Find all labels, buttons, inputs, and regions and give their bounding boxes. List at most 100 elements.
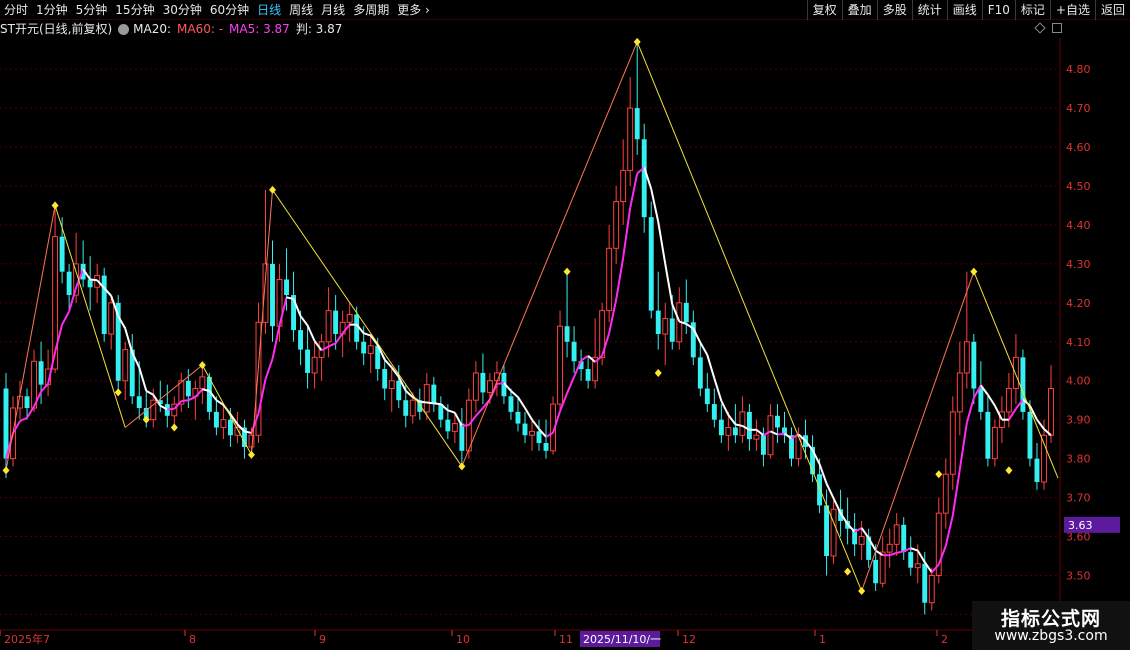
candle-body [459, 423, 465, 451]
period-tab-5[interactable]: 60分钟 [206, 0, 253, 20]
candle-body [451, 423, 458, 432]
candle-body [213, 411, 219, 428]
candle-body [655, 310, 661, 334]
x-tick-label: 1 [819, 633, 826, 646]
candle-body [627, 107, 634, 171]
tool-button-8[interactable]: 返回 [1094, 0, 1130, 20]
candle-body [873, 559, 879, 584]
period-tab-7[interactable]: 周线 [285, 0, 317, 20]
candle-body [220, 419, 227, 428]
tool-button-5[interactable]: F10 [981, 0, 1015, 20]
x-tick-label: 8 [189, 633, 196, 646]
tool-button-0[interactable]: 复权 [806, 0, 842, 20]
candle-body [971, 341, 977, 389]
indicator-legend: ST开元(日线,前复权) MA20: MA60: - MA5: 3.87 判: … [0, 21, 348, 37]
y-tick-label: 4.80 [1066, 63, 1091, 76]
candle-body [830, 508, 837, 557]
candle-body [928, 574, 935, 604]
candle-body [824, 505, 830, 556]
candle-body [956, 372, 963, 413]
candle-body [613, 201, 620, 249]
tool-button-6[interactable]: 标记 [1014, 0, 1050, 20]
period-tab-2[interactable]: 5分钟 [72, 0, 112, 20]
x-tick-label: 9 [319, 633, 326, 646]
candle-body [571, 341, 577, 362]
candle-body [746, 411, 752, 440]
candle-body [24, 396, 30, 408]
tool-button-7[interactable]: +自选 [1049, 0, 1095, 20]
panel-toggle-icon[interactable] [1052, 23, 1062, 33]
candle-body [879, 551, 886, 584]
y-tick-label: 4.00 [1066, 375, 1091, 388]
candle-body [3, 388, 9, 459]
tool-button-1[interactable]: 叠加 [841, 0, 877, 20]
candle-body [949, 411, 956, 475]
candle-body [325, 310, 332, 343]
tool-button-3[interactable]: 统计 [911, 0, 947, 20]
candle-body [101, 275, 107, 334]
candle-body [38, 361, 44, 385]
y-tick-label: 4.30 [1066, 258, 1091, 271]
ma-segment [90, 278, 98, 282]
candle-body [445, 419, 451, 432]
candle-body [522, 423, 528, 436]
settings-icon[interactable] [118, 23, 130, 35]
ma-segment [167, 407, 175, 411]
tool-button-4[interactable]: 画线 [946, 0, 982, 20]
period-tab-0[interactable]: 分时 [0, 0, 32, 20]
ma-segment [777, 432, 785, 436]
candle-body [914, 563, 921, 569]
candle-body [564, 326, 570, 342]
candle-body [641, 139, 647, 218]
kline-chart[interactable]: 4.80 4.70 4.60 4.50 4.40 4.30 4.20 4.10 4.00 3.90… [0, 38, 1120, 650]
candle-body [361, 341, 367, 354]
ma-segment [426, 401, 434, 405]
x-tick-label: 11 [559, 633, 573, 646]
candle-body [585, 369, 591, 381]
candle-body [529, 430, 535, 436]
period-tab-10[interactable]: 更多 › [393, 0, 434, 20]
candle-body [978, 388, 984, 412]
candle-body [185, 380, 191, 397]
period-tab-8[interactable]: 月线 [317, 0, 349, 20]
candle-body [305, 349, 311, 373]
period-tab-3[interactable]: 15分钟 [111, 0, 158, 20]
candle-body [725, 426, 732, 436]
candle-body [382, 369, 388, 389]
candle-body [908, 552, 914, 568]
candle-body [486, 380, 493, 393]
period-tab-4[interactable]: 30分钟 [159, 0, 206, 20]
x-tick-label: 12 [682, 633, 696, 646]
candle-body [298, 330, 304, 350]
ma60-label: MA60: - [177, 22, 224, 36]
y-tick-label: 4.70 [1066, 102, 1091, 115]
date-cursor-label: 2025/11/10/一 [583, 633, 661, 646]
candle-body [515, 411, 521, 424]
candle-body [1048, 388, 1054, 436]
candle-body [775, 415, 780, 428]
window-controls [1034, 22, 1062, 34]
candle-body [1012, 356, 1019, 390]
candle-body [409, 399, 416, 417]
ma-segment [181, 399, 189, 402]
candle-body [1027, 411, 1033, 459]
candle-body [423, 384, 430, 413]
candle-body [683, 302, 689, 323]
candle-body [718, 419, 724, 436]
diamond-icon[interactable] [1034, 22, 1046, 34]
candle-body [767, 415, 774, 456]
candle-body [1041, 434, 1047, 483]
candle-body [795, 434, 802, 460]
candle-body [817, 474, 823, 506]
stock-title: ST开元(日线,前复权) [0, 22, 113, 36]
candle-body [669, 318, 675, 342]
y-tick-label: 4.40 [1066, 219, 1091, 232]
period-tab-1[interactable]: 1分钟 [32, 0, 72, 20]
candle-body [1005, 388, 1012, 413]
candle-body [648, 217, 654, 311]
candle-body [991, 426, 998, 460]
period-tab-9[interactable]: 多周期 [349, 0, 393, 20]
period-tab-6[interactable]: 日线 [253, 0, 285, 20]
candle-body [1034, 458, 1040, 482]
tool-button-2[interactable]: 多股 [876, 0, 912, 20]
